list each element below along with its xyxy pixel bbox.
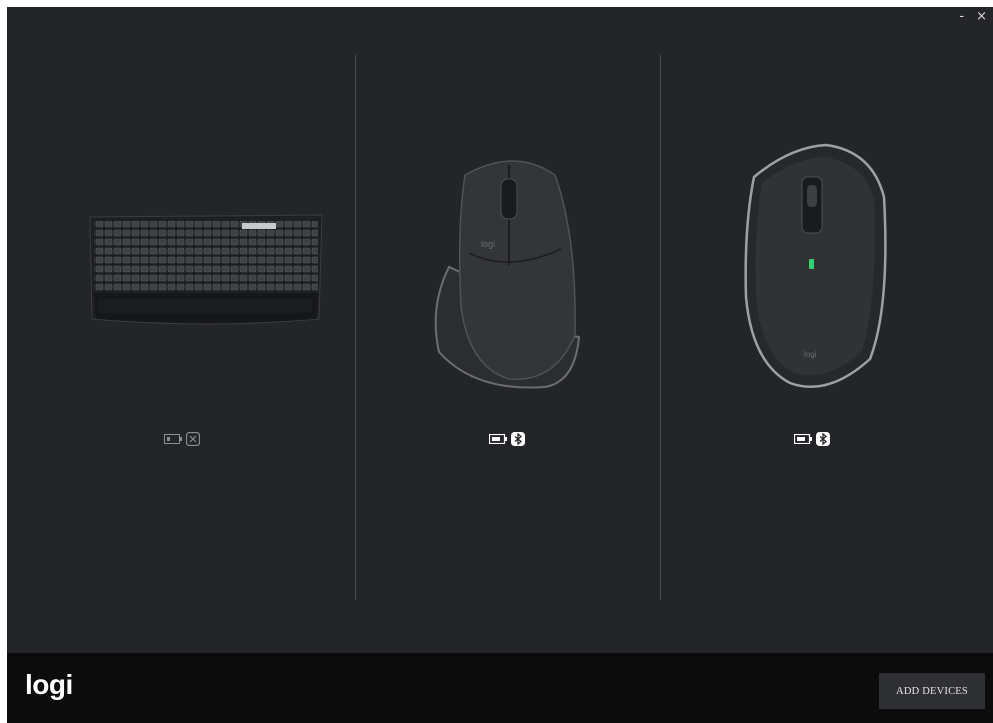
- add-devices-button[interactable]: ADD DEVICES: [879, 673, 985, 709]
- minimize-button[interactable]: -: [959, 9, 964, 25]
- status-led: [809, 259, 814, 269]
- column-divider: [660, 55, 661, 600]
- logi-logo: logi: [25, 669, 73, 700]
- device-status: [32, 432, 332, 446]
- app-window: - × logi logi logi ADD DEVICES: [7, 7, 993, 723]
- device-status: [357, 432, 657, 446]
- svg-text:logi: logi: [804, 350, 817, 359]
- mouse-image: logi: [434, 160, 581, 389]
- battery-icon: [164, 434, 182, 444]
- device-card-mouse-2[interactable]: logi: [662, 67, 962, 487]
- svg-text:logi: logi: [481, 239, 495, 249]
- bluetooth-icon: [816, 432, 830, 446]
- device-card-mouse-1[interactable]: logi: [357, 67, 657, 487]
- close-button[interactable]: ×: [976, 9, 987, 25]
- device-status: [662, 432, 962, 446]
- keyboard-image: [89, 214, 323, 325]
- device-card-keyboard[interactable]: [32, 67, 332, 487]
- battery-icon: [489, 434, 507, 444]
- window-controls: - ×: [959, 9, 987, 25]
- battery-icon: [794, 434, 812, 444]
- unifying-receiver-icon: [186, 432, 200, 446]
- mouse-image: logi: [744, 143, 887, 388]
- bluetooth-icon: [511, 432, 525, 446]
- column-divider: [355, 55, 356, 600]
- footer-bar: logi ADD DEVICES: [7, 653, 993, 723]
